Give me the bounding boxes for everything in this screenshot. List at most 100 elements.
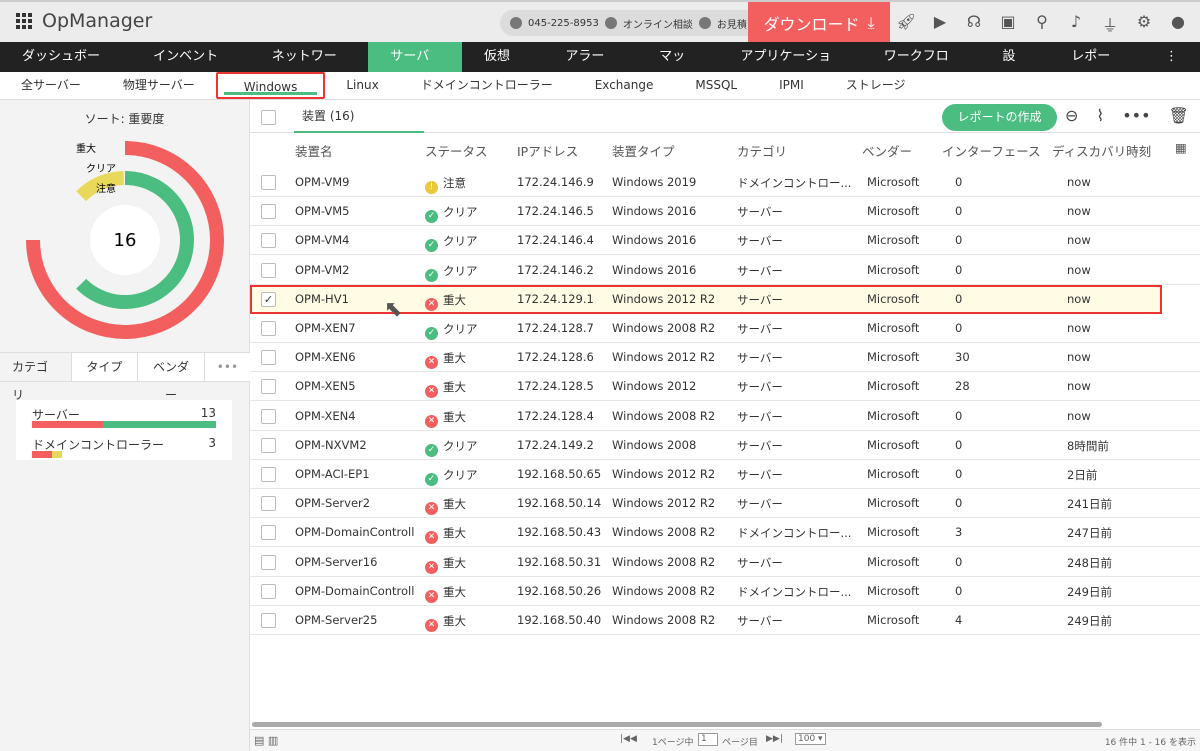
row-checkbox[interactable] <box>261 321 276 336</box>
trash-icon[interactable]: 🗑︎ <box>1169 106 1189 125</box>
more-actions-icon[interactable]: ••• <box>1122 106 1150 125</box>
category-item[interactable]: ドメインコントローラー 3 <box>16 430 232 460</box>
row-checkbox[interactable] <box>261 262 276 278</box>
row-checkbox[interactable]: ✓ <box>261 291 276 307</box>
subnav-item[interactable]: 全サーバー <box>0 72 102 99</box>
online-consult-link[interactable]: オンライン相談 <box>623 16 693 31</box>
nav-item[interactable]: 設定 <box>980 42 1049 94</box>
table-row[interactable]: OPM-XEN5 ✕ 重大 172.24.128.5 Windows 2012 サーバー M… <box>250 372 1200 402</box>
select-all-checkbox[interactable] <box>261 110 276 125</box>
table-row[interactable]: OPM-Server16 ✕ 重大 192.168.50.31 Windows 2008… <box>250 548 1200 577</box>
cell[interactable]: OPM-XEN5 <box>295 379 356 393</box>
table-row[interactable]: OPM-Server2 ✕ 重大 192.168.50.14 Windows 2012 … <box>250 489 1200 519</box>
subnav-item[interactable]: ストレージ <box>825 72 927 99</box>
category-item[interactable]: サーバー 13 <box>16 400 232 430</box>
column-chooser-icon[interactable]: ▦ <box>1175 140 1187 155</box>
create-report-button[interactable]: レポートの作成 <box>942 104 1057 131</box>
cell[interactable]: OPM-Server2 <box>295 496 370 510</box>
tab-category[interactable]: カテゴリ <box>0 353 72 402</box>
nav-item[interactable]: レポート <box>1049 42 1143 94</box>
row-checkbox[interactable] <box>261 554 276 570</box>
export-icons[interactable]: ▤ ▥ <box>254 734 278 747</box>
apps-grid-icon[interactable] <box>16 13 32 29</box>
nav-item[interactable]: マップ <box>637 42 718 94</box>
app-logo[interactable]: OpManager <box>16 10 152 32</box>
cell[interactable]: OPM-Server25 <box>295 613 377 627</box>
cell[interactable]: OPM-DomainControll... <box>295 525 415 539</box>
cell[interactable]: OPM-ACI-EP1 <box>295 467 370 481</box>
column-header[interactable]: IPアドレス <box>517 141 578 160</box>
row-checkbox[interactable] <box>261 204 276 220</box>
cell[interactable]: OPM-XEN7 <box>295 321 356 335</box>
table-row[interactable]: OPM-Server25 ✕ 重大 192.168.50.40 Windows 2008… <box>250 606 1200 635</box>
table-row[interactable]: OPM-NXVM2 ✓ クリア 172.24.149.2 Windows 2008 サーバ… <box>250 431 1200 460</box>
gift-icon[interactable]: ▣ <box>998 12 1018 32</box>
column-header[interactable]: 装置タイプ <box>612 141 675 160</box>
cell[interactable]: OPM-VM2 <box>295 263 350 277</box>
first-prev-icons[interactable]: |◀◀ <box>620 734 637 744</box>
table-row[interactable]: OPM-VM5 ✓ クリア 172.24.146.5 Windows 2016 サーバー M… <box>250 197 1200 227</box>
plug-icon[interactable]: ⏚ <box>1100 12 1120 35</box>
table-row[interactable]: OPM-DomainControll... ✕ 重大 192.168.50.26 Win… <box>250 577 1200 606</box>
page-input[interactable]: 1 <box>698 733 718 746</box>
cell[interactable]: OPM-VM5 <box>295 204 350 218</box>
nav-item[interactable]: 仮想化 <box>462 42 543 94</box>
sort-label[interactable]: ソート: 重要度 <box>0 110 249 127</box>
nav-item[interactable]: ダッシュボード <box>0 42 131 94</box>
nav-item[interactable]: ネットワーク <box>250 42 369 94</box>
table-row[interactable]: OPM-DomainControll... ✕ 重大 192.168.50.43 Win… <box>250 518 1200 548</box>
headset-icon[interactable]: ☊ <box>964 12 984 32</box>
row-checkbox[interactable] <box>261 583 276 599</box>
gear-icon[interactable]: ⚙ <box>1134 12 1154 32</box>
subnav-item[interactable]: Windows <box>215 72 326 99</box>
nav-item[interactable]: アプリケーション <box>718 42 861 94</box>
table-row[interactable]: OPM-ACI-EP1 ✓ クリア 192.168.50.65 Windows 2012… <box>250 460 1200 489</box>
bell-icon[interactable]: ♪ <box>1066 12 1086 32</box>
phone-number[interactable]: 045-225-8953 <box>528 18 599 29</box>
subnav-item[interactable]: 物理サーバー <box>102 72 216 99</box>
subnav-item[interactable]: Exchange <box>574 72 675 99</box>
nav-more-icon[interactable]: ⋮ <box>1143 42 1200 72</box>
cell[interactable]: OPM-XEN6 <box>295 350 356 364</box>
cell[interactable]: OPM-HV1 <box>295 292 349 306</box>
row-checkbox[interactable] <box>261 525 276 541</box>
video-icon[interactable]: ▶ <box>930 12 950 32</box>
column-header[interactable]: カテゴリ <box>737 141 787 160</box>
table-row[interactable]: OPM-XEN4 ✕ 重大 172.24.128.4 Windows 2008 R2 サー… <box>250 402 1200 431</box>
cell[interactable]: OPM-XEN4 <box>295 409 356 423</box>
horizontal-scrollbar[interactable] <box>252 722 1102 727</box>
nav-item[interactable]: アラート <box>543 42 637 94</box>
cell[interactable]: OPM-VM9 <box>295 175 350 189</box>
graph-icon[interactable]: ⌇ <box>1096 106 1104 125</box>
table-row[interactable]: OPM-VM2 ✓ クリア 172.24.146.2 Windows 2016 サーバー M… <box>250 256 1200 285</box>
rocket-icon[interactable]: 🚀︎ <box>896 12 916 32</box>
row-checkbox[interactable] <box>261 467 276 482</box>
user-avatar-icon[interactable]: ● <box>1168 12 1188 32</box>
search-icon[interactable]: ⚲ <box>1032 12 1052 32</box>
row-checkbox[interactable] <box>261 496 276 512</box>
column-header[interactable]: インターフェース <box>942 141 1041 160</box>
column-header[interactable]: ステータス <box>425 141 488 160</box>
nav-item[interactable]: インベントリ <box>131 42 250 94</box>
nav-item[interactable]: サーバー <box>368 42 462 94</box>
cell[interactable]: OPM-Server16 <box>295 555 377 569</box>
next-last-icons[interactable]: ▶▶| <box>766 734 783 744</box>
row-checkbox[interactable] <box>261 175 276 190</box>
per-page-select[interactable]: 100 ▾ <box>795 733 826 745</box>
subnav-item[interactable]: IPMI <box>758 72 825 99</box>
column-header[interactable]: ベンダー <box>862 141 912 160</box>
link-icon[interactable]: ⊖ <box>1065 106 1078 125</box>
table-row[interactable]: OPM-XEN6 ✕ 重大 172.24.128.6 Windows 2012 R2 サー… <box>250 343 1200 373</box>
nav-item[interactable]: ワークフロー <box>862 42 981 94</box>
table-row[interactable]: OPM-VM9! 注意 172.24.146.9 Windows 2019 ドメインコン… <box>250 168 1200 197</box>
table-row[interactable]: OPM-VM4 ✓ クリア 172.24.146.4 Windows 2016 サーバー M… <box>250 226 1200 256</box>
cell[interactable]: OPM-VM4 <box>295 233 350 247</box>
row-checkbox[interactable] <box>261 613 276 628</box>
download-button[interactable]: ダウンロード ⤓ <box>748 2 890 44</box>
subnav-item[interactable]: ドメインコントローラー <box>400 72 574 99</box>
column-header[interactable]: 装置名 <box>295 141 333 160</box>
column-header[interactable]: ディスカバリ時刻 <box>1052 141 1151 160</box>
cell[interactable]: OPM-DomainControll... <box>295 584 415 598</box>
tab-devices[interactable]: 装置 (16) <box>294 100 424 133</box>
row-checkbox[interactable] <box>261 437 276 453</box>
